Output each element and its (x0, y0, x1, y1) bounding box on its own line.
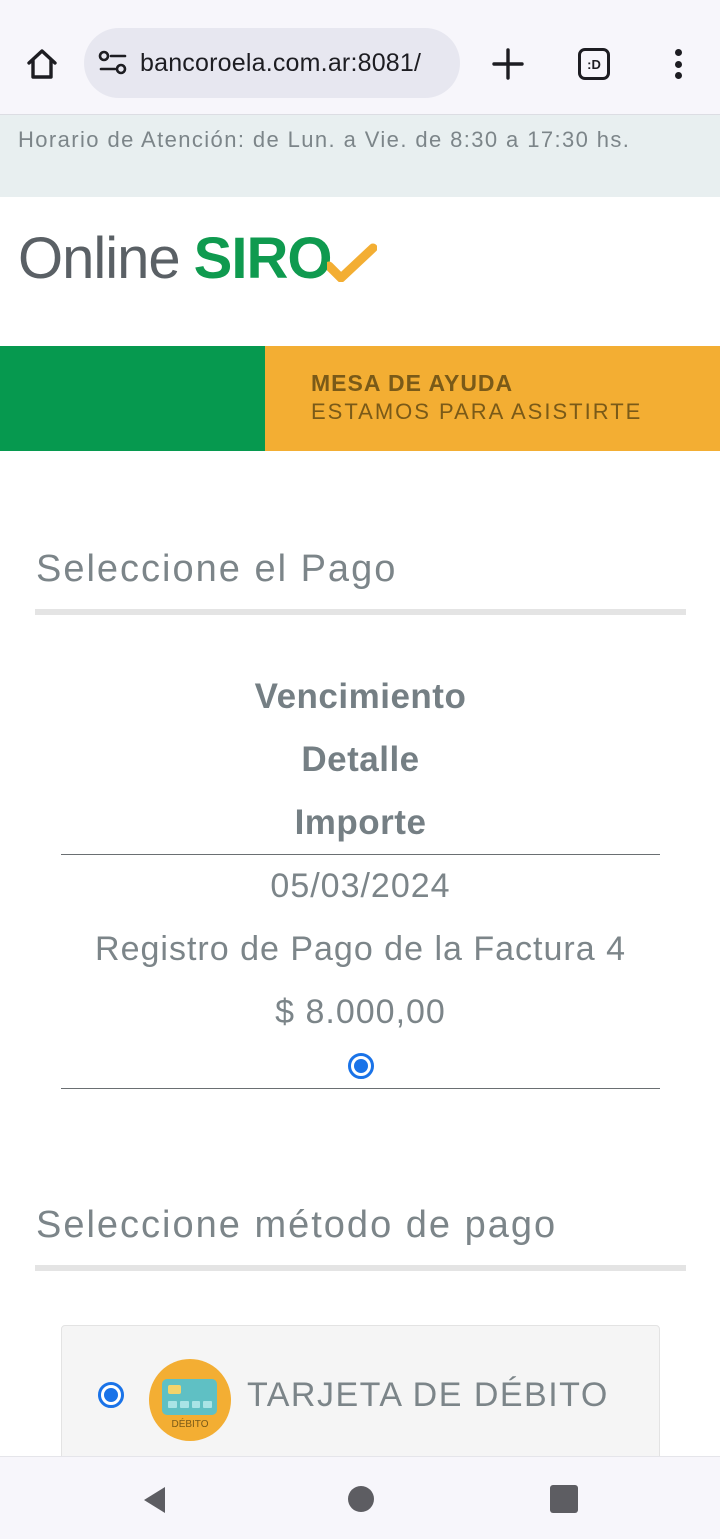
payment-select-radio[interactable] (347, 1053, 374, 1079)
system-navigation-bar (0, 1456, 720, 1539)
payment-table: Vencimiento Detalle Importe 05/03/2024 R… (61, 665, 660, 1089)
help-desk-title: MESA DE AYUDA (311, 370, 514, 396)
column-header-detalle: Detalle (301, 740, 420, 779)
back-icon[interactable] (141, 1485, 167, 1515)
section-divider (35, 1265, 686, 1271)
column-header-vencimiento: Vencimiento (254, 677, 467, 716)
debit-card-icon: DÉBITO (149, 1359, 231, 1441)
tab-switcher-button[interactable]: :D (578, 48, 610, 80)
debit-method-label: TARJETA DE DÉBITO (247, 1376, 609, 1414)
banner-green-block (0, 346, 265, 451)
debit-method-radio[interactable] (98, 1382, 124, 1408)
address-bar[interactable]: bancoroela.com.ar:8081/ (84, 28, 460, 98)
hours-notice: Horario de Atención: de Lun. a Vie. de 8… (0, 115, 720, 197)
table-row-divider (61, 1088, 660, 1089)
home-nav-icon[interactable] (348, 1486, 374, 1512)
logo-text-siro: SIRO (193, 226, 333, 291)
checkmark-icon (327, 243, 378, 282)
select-payment-heading: Seleccione el Pago (36, 548, 398, 590)
help-banner: MESA DE AYUDA ESTAMOS PARA ASISTIRTE (0, 346, 720, 451)
new-tab-icon[interactable] (488, 44, 528, 84)
cell-vencimiento: 05/03/2024 (270, 867, 451, 905)
site-settings-icon[interactable] (98, 50, 128, 76)
column-header-importe: Importe (294, 803, 427, 842)
help-desk-subtitle: ESTAMOS PARA ASISTIRTE (311, 399, 643, 424)
help-desk-link[interactable]: MESA DE AYUDA ESTAMOS PARA ASISTIRTE (265, 346, 720, 451)
home-icon[interactable] (22, 44, 62, 84)
browser-toolbar: bancoroela.com.ar:8081/ :D (0, 0, 720, 115)
debit-icon-caption: DÉBITO (171, 1419, 209, 1430)
more-options-icon[interactable] (665, 44, 691, 84)
recents-icon[interactable] (550, 1485, 578, 1513)
logo-text-online: Online (18, 226, 181, 291)
online-siro-logo[interactable]: Online SIRO (18, 224, 378, 291)
select-method-heading: Seleccione método de pago (36, 1204, 558, 1246)
url-text[interactable]: bancoroela.com.ar:8081/ (140, 49, 421, 78)
cell-detalle: Registro de Pago de la Factura 4 (95, 930, 626, 968)
table-row[interactable]: 05/03/2024 Registro de Pago de la Factur… (61, 855, 660, 1088)
section-divider (35, 609, 686, 615)
tab-switcher-label: :D (587, 56, 601, 72)
cell-importe: $ 8.000,00 (275, 993, 446, 1031)
hours-notice-text: Horario de Atención: de Lun. a Vie. de 8… (18, 127, 631, 152)
